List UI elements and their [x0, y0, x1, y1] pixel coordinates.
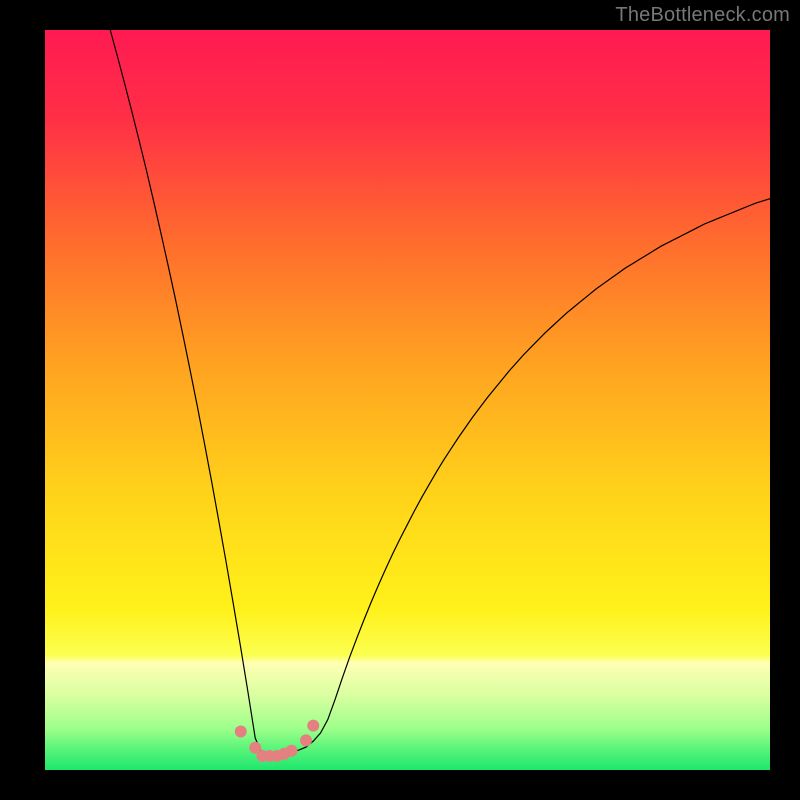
gradient-background	[45, 30, 770, 770]
curve-marker	[307, 720, 319, 732]
watermark-text: TheBottleneck.com	[615, 4, 790, 27]
chart-frame: TheBottleneck.com	[0, 0, 800, 800]
plot-svg	[45, 30, 770, 770]
curve-marker	[235, 726, 247, 738]
plot-area	[45, 30, 770, 770]
curve-marker	[286, 745, 298, 757]
curve-marker	[300, 734, 312, 746]
